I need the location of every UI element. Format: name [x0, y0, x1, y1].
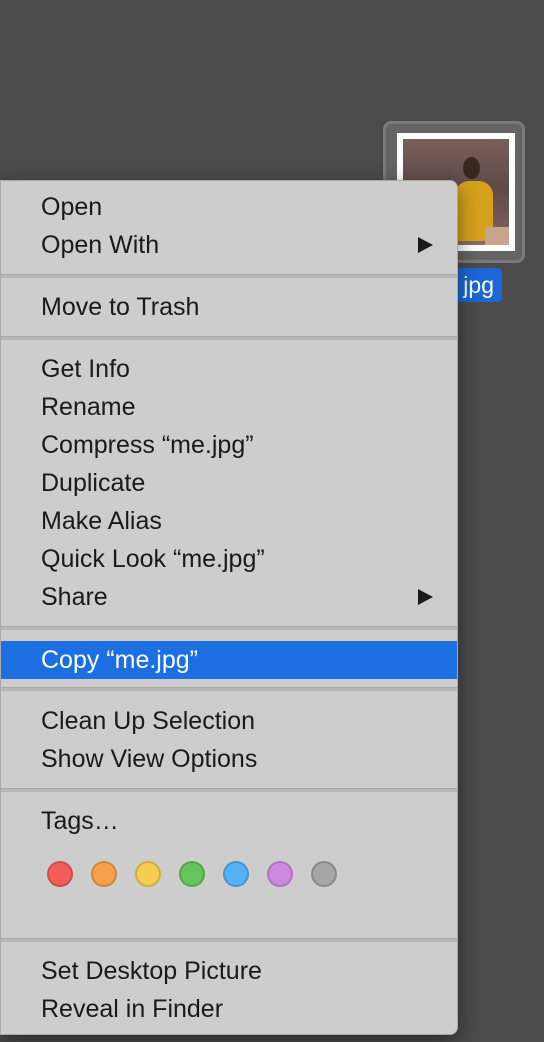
menu-separator: [1, 626, 457, 630]
menu-item-open-with[interactable]: Open With: [1, 226, 457, 264]
menu-separator: [1, 336, 457, 340]
tag-green-icon[interactable]: [179, 861, 205, 887]
submenu-arrow-icon: [418, 589, 433, 605]
submenu-arrow-icon: [418, 237, 433, 253]
menu-separator: [1, 274, 457, 278]
menu-item-get-info[interactable]: Get Info: [1, 350, 457, 388]
tag-yellow-icon[interactable]: [135, 861, 161, 887]
tag-red-icon[interactable]: [47, 861, 73, 887]
menu-item-duplicate[interactable]: Duplicate: [1, 464, 457, 502]
menu-item-tags[interactable]: Tags…: [1, 802, 457, 840]
menu-item-reveal-in-finder[interactable]: Reveal in Finder: [1, 990, 457, 1028]
menu-item-show-view-options[interactable]: Show View Options: [1, 740, 457, 778]
menu-item-copy[interactable]: Copy “me.jpg”: [1, 641, 457, 679]
menu-item-share-label: Share: [41, 583, 108, 611]
tag-orange-icon[interactable]: [91, 861, 117, 887]
menu-item-open-with-label: Open With: [41, 231, 160, 259]
tag-gray-icon[interactable]: [311, 861, 337, 887]
menu-item-share[interactable]: Share: [1, 578, 457, 616]
menu-item-compress[interactable]: Compress “me.jpg”: [1, 426, 457, 464]
menu-item-rename[interactable]: Rename: [1, 388, 457, 426]
tag-blue-icon[interactable]: [223, 861, 249, 887]
menu-item-quick-look[interactable]: Quick Look “me.jpg”: [1, 540, 457, 578]
menu-item-set-desktop-picture[interactable]: Set Desktop Picture: [1, 952, 457, 990]
menu-item-clean-up-selection[interactable]: Clean Up Selection: [1, 702, 457, 740]
menu-separator: [1, 687, 457, 691]
context-menu: Open Open With Move to Trash Get Info Re…: [0, 180, 458, 1035]
person-head: [463, 157, 480, 179]
menu-item-make-alias[interactable]: Make Alias: [1, 502, 457, 540]
menu-separator: [1, 788, 457, 792]
tag-color-picker: [47, 861, 337, 891]
menu-item-open[interactable]: Open: [1, 188, 457, 226]
menu-separator: [1, 938, 457, 942]
tag-purple-icon[interactable]: [267, 861, 293, 887]
menu-item-move-to-trash[interactable]: Move to Trash: [1, 288, 457, 326]
chair: [485, 227, 509, 245]
